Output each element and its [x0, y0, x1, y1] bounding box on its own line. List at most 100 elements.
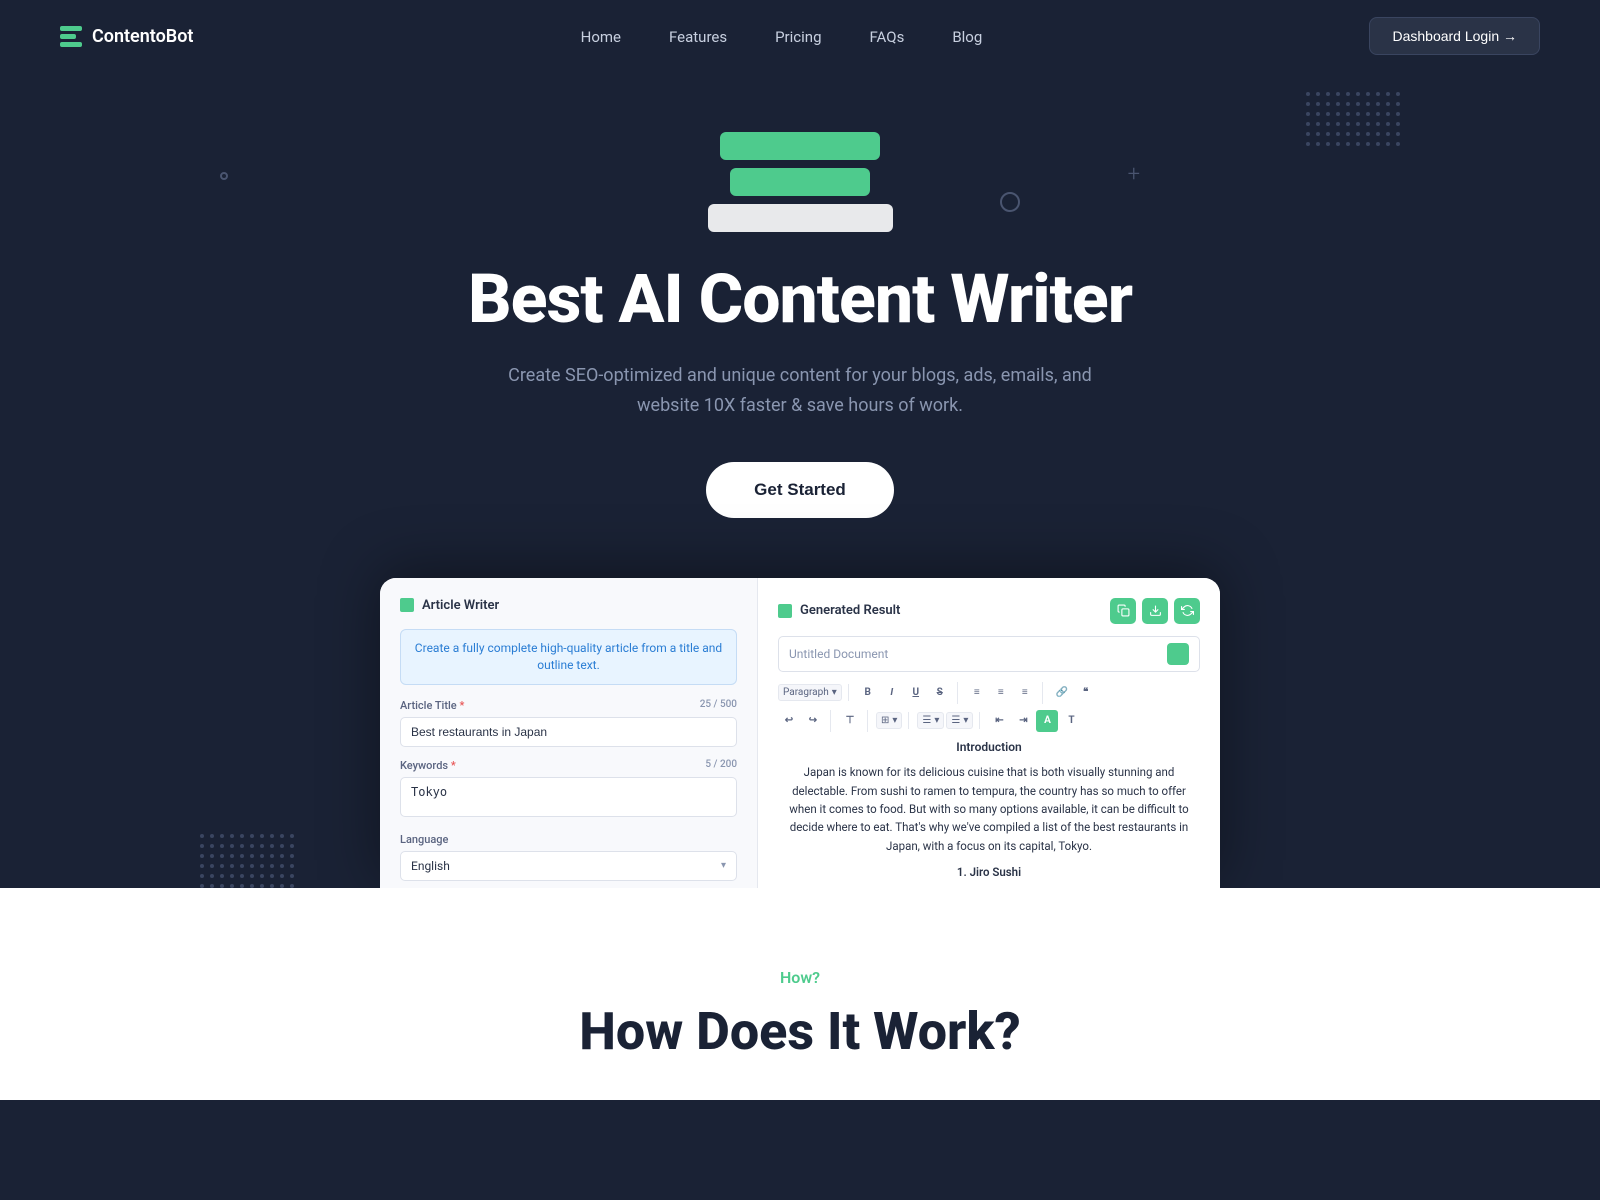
align-center-button[interactable]: ≡ [990, 682, 1012, 704]
logo-bar-1 [60, 26, 82, 31]
document-title: Untitled Document [789, 647, 888, 661]
navbar: ContentoBot Home Features Pricing FAQs B… [0, 0, 1600, 72]
toolbar-row-2: ↩ ↪ ⊤ ⊞ ▾ ☰ ▾ [778, 710, 1200, 732]
bar-green-2 [730, 168, 870, 196]
how-label: How? [60, 968, 1540, 987]
how-section: How? How Does It Work? [0, 888, 1600, 1100]
result-title-area: Generated Result [778, 603, 900, 618]
underline-button[interactable]: U [905, 682, 927, 704]
toolbar-row-1: Paragraph ▾ B I U S ≡ ≡ ≡ [778, 682, 1200, 704]
nav-links: Home Features Pricing FAQs Blog [581, 27, 983, 46]
result-header: Generated Result [778, 598, 1200, 624]
text-format-group: B I U S [857, 682, 958, 704]
logo-bar-2 [60, 34, 76, 39]
document-title-bar: Untitled Document [778, 636, 1200, 672]
introduction-heading: Introduction [778, 738, 1200, 757]
dot-grid-right [1306, 92, 1400, 146]
outdent-button[interactable]: ⇤ [988, 710, 1010, 732]
generated-content: Introduction Japan is known for its deli… [778, 738, 1200, 888]
paragraph-group: Paragraph ▾ [778, 684, 849, 701]
hero-subtitle: Create SEO-optimized and unique content … [500, 361, 1100, 422]
keywords-input[interactable]: Tokyo [400, 777, 737, 817]
article-writer-header: Article Writer [400, 598, 737, 613]
copy-action-button[interactable] [1110, 598, 1136, 624]
logo-bar-3 [60, 42, 82, 47]
logo-text: ContentoBot [92, 26, 193, 47]
article-title-label: Article Title * [400, 699, 464, 712]
dot-grid-left [200, 834, 294, 888]
dropdown-chevron-icon: ▾ [721, 860, 726, 871]
keywords-label: Keywords * [400, 759, 456, 772]
indent-group: ⊤ [839, 710, 868, 732]
language-label-row: Language [400, 833, 737, 846]
hero-section: + Best AI Content Writer Create SEO-opti… [0, 72, 1600, 888]
align-right-button[interactable]: ≡ [1014, 682, 1036, 704]
format-button[interactable]: ⊤ [839, 710, 861, 732]
article-writer-icon [400, 598, 414, 612]
bullet-list-select[interactable]: ☰ ▾ [917, 712, 944, 729]
generated-result-panel: Generated Result [758, 578, 1220, 888]
rtl-button[interactable]: ⇥ [1012, 710, 1034, 732]
copy-icon [1117, 604, 1130, 617]
article-writer-title: Article Writer [422, 598, 499, 613]
document-action-button[interactable] [1167, 643, 1189, 665]
download-action-button[interactable] [1142, 598, 1168, 624]
strikethrough-button[interactable]: S [929, 682, 951, 704]
nav-pricing[interactable]: Pricing [775, 28, 821, 46]
language-select[interactable]: English ▾ [400, 851, 737, 881]
list-group: ☰ ▾ ☰ ▾ [917, 712, 980, 729]
nav-faqs[interactable]: FAQs [870, 28, 905, 46]
history-group: ↩ ↪ [778, 710, 831, 732]
redo-button[interactable]: ↪ [802, 710, 824, 732]
nav-features[interactable]: Features [669, 28, 727, 46]
extra-format-group: ⇤ ⇥ A T [988, 710, 1088, 732]
language-label: Language [400, 833, 448, 846]
undo-button[interactable]: ↩ [778, 710, 800, 732]
link-button[interactable]: 🔗 [1051, 682, 1073, 704]
nav-blog[interactable]: Blog [952, 28, 982, 46]
jiro-sushi-body: Jiro Sushi is a three-star Michelin rest… [778, 885, 1200, 888]
jiro-sushi-heading: 1. Jiro Sushi [778, 863, 1200, 881]
how-title: How Does It Work? [60, 1003, 1540, 1060]
prompt-box: Create a fully complete high-quality art… [400, 629, 737, 685]
quote-button[interactable]: ❝ [1075, 682, 1097, 704]
paragraph-select[interactable]: Paragraph ▾ [778, 684, 842, 701]
result-action-buttons [1110, 598, 1200, 624]
decorative-circle [1000, 192, 1020, 212]
numbered-list-select[interactable]: ☰ ▾ [946, 712, 973, 729]
article-title-label-row: Article Title * 25 / 500 [400, 699, 737, 712]
hero-bars-illustration [20, 132, 1580, 232]
result-panel-title: Generated Result [800, 603, 900, 618]
keywords-count: 5 / 200 [705, 759, 737, 772]
introduction-body: Japan is known for its delicious cuisine… [778, 763, 1200, 855]
dashboard-login-button[interactable]: Dashboard Login → [1369, 17, 1540, 55]
logo: ContentoBot [60, 26, 193, 47]
article-writer-panel: Article Writer Create a fully complete h… [380, 578, 758, 888]
bold-button[interactable]: B [857, 682, 879, 704]
result-icon [778, 604, 792, 618]
article-title-count: 25 / 500 [700, 699, 737, 712]
get-started-button[interactable]: Get Started [706, 462, 894, 518]
keywords-required: * [451, 759, 456, 772]
keywords-label-row: Keywords * 5 / 200 [400, 759, 737, 772]
download-icon [1149, 604, 1162, 617]
bar-green-1 [720, 132, 880, 160]
italic-button[interactable]: I [881, 682, 903, 704]
decorative-plus: + [1128, 162, 1140, 187]
highlight-button[interactable]: A [1036, 710, 1058, 732]
required-marker: * [459, 699, 464, 712]
app-preview: Article Writer Create a fully complete h… [380, 578, 1220, 888]
align-group: ≡ ≡ ≡ [966, 682, 1043, 704]
refresh-action-button[interactable] [1174, 598, 1200, 624]
decorative-dot-left [220, 172, 228, 180]
link-group: 🔗 ❝ [1051, 682, 1103, 704]
language-value: English [411, 859, 450, 873]
nav-home[interactable]: Home [581, 28, 621, 46]
bar-white [708, 204, 893, 232]
align-left-button[interactable]: ≡ [966, 682, 988, 704]
table-select[interactable]: ⊞ ▾ [876, 712, 902, 729]
article-title-input[interactable] [400, 717, 737, 747]
clear-format-button[interactable]: T [1060, 710, 1082, 732]
refresh-icon [1181, 604, 1194, 617]
logo-icon [60, 26, 82, 47]
